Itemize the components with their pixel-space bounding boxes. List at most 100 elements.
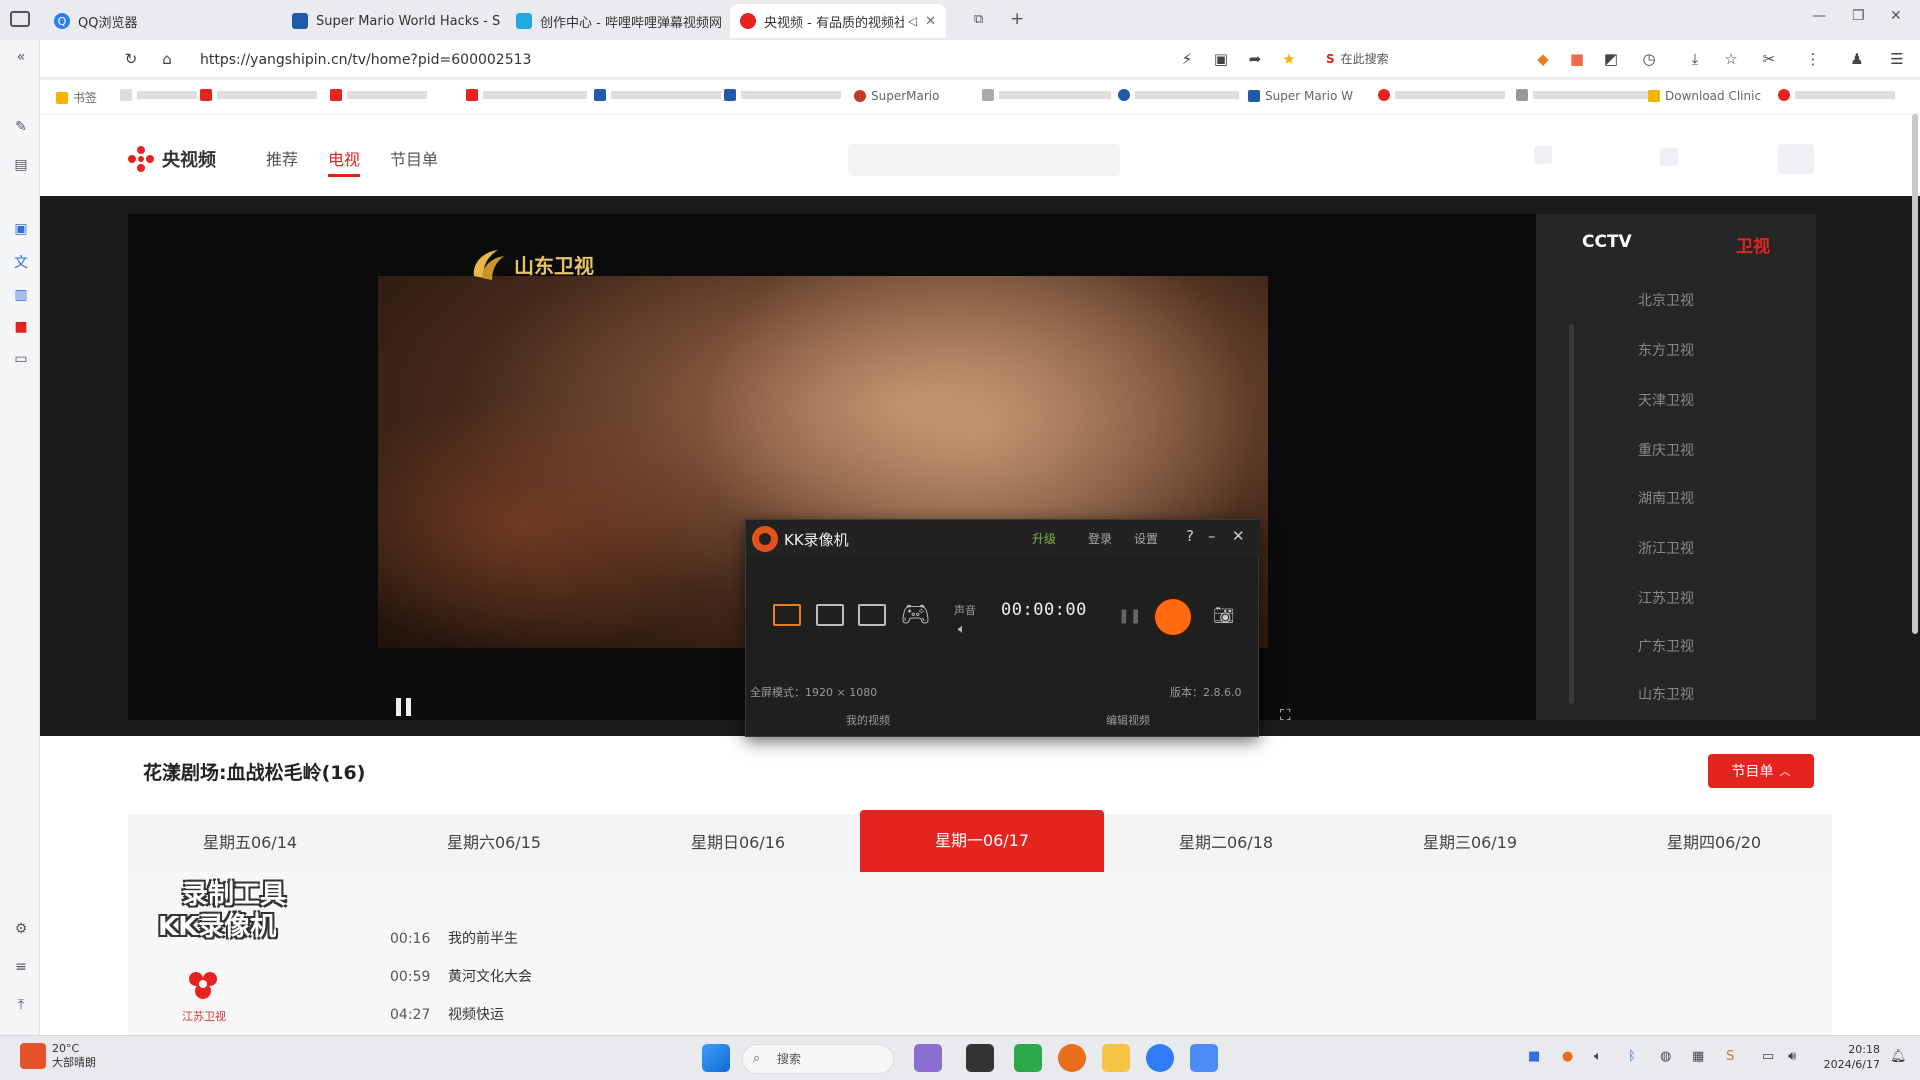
channel-item[interactable]: 江苏卫视	[1536, 588, 1796, 608]
taskbar-app-icon[interactable]	[914, 1044, 942, 1072]
bookmark-item[interactable]	[330, 89, 427, 101]
translate-icon[interactable]: 文	[12, 254, 30, 272]
refresh-icon[interactable]: ↻	[122, 50, 140, 68]
browser-taskbar-icon[interactable]	[1146, 1044, 1174, 1072]
kk-login-link[interactable]: 登录	[1088, 530, 1112, 547]
extension-icon[interactable]: ■	[1568, 50, 1586, 68]
bookmark-item[interactable]	[594, 89, 721, 101]
avatar[interactable]	[1778, 144, 1814, 174]
gear-icon[interactable]: ⚙	[12, 920, 30, 938]
region-mode-icon[interactable]	[816, 604, 844, 626]
kk-speaker-icon[interactable]: 🔈︎	[958, 622, 966, 637]
bookmark-item[interactable]	[982, 89, 1111, 101]
search-box[interactable]: S 在此搜索	[1326, 50, 1389, 67]
nav-recommend[interactable]: 推荐	[266, 146, 298, 170]
bookmark-item[interactable]	[1516, 89, 1649, 101]
browser-tab[interactable]: Super Mario World Hacks - S	[282, 4, 504, 38]
tray-icon[interactable]: ◍	[1660, 1049, 1671, 1064]
tray-icon[interactable]: S	[1726, 1049, 1734, 1064]
nav-tv[interactable]: 电视	[328, 146, 361, 177]
bookmark-item[interactable]: Super Mario W	[1248, 89, 1353, 103]
fullscreen-icon[interactable]: ⛶	[1280, 706, 1291, 724]
channel-item[interactable]: 湖南卫视	[1536, 488, 1796, 508]
day-tab[interactable]: 星期五06/14	[128, 814, 372, 872]
bookmark-item[interactable]	[1778, 89, 1895, 101]
tray-icon[interactable]: 🔈︎	[1594, 1049, 1602, 1064]
document-icon[interactable]: ▥	[12, 286, 30, 304]
day-tab[interactable]: 星期六06/15	[372, 814, 616, 872]
kk-edit-video-link[interactable]: 编辑视频	[1106, 712, 1150, 728]
day-tab[interactable]: 星期二06/18	[1104, 814, 1348, 872]
tab-cctv[interactable]: CCTV	[1582, 232, 1632, 252]
channel-item[interactable]: 天津卫视	[1536, 390, 1796, 410]
nav-program-guide[interactable]: 节目单	[390, 146, 438, 170]
weather-widget[interactable]: 20°C 大部晴朗	[20, 1042, 96, 1070]
program-guide-button[interactable]: 节目单 ︿	[1708, 754, 1814, 788]
day-tab[interactable]: 星期四06/20	[1592, 814, 1836, 872]
reader-icon[interactable]: ▣	[1212, 50, 1230, 68]
taskbar-search[interactable]: ⌕ 搜索	[742, 1044, 894, 1074]
download-icon[interactable]: ⤓	[1686, 50, 1704, 68]
bookmark-item[interactable]	[724, 89, 841, 101]
kk-camera-icon[interactable]: 📷︎	[1213, 606, 1235, 626]
tray-icon[interactable]: ■	[1528, 1049, 1540, 1064]
upload-icon[interactable]	[1660, 148, 1678, 166]
bus-icon[interactable]: ▣	[12, 220, 30, 238]
schedule-row[interactable]: 00:59 黄河文化大会	[390, 966, 532, 986]
browser-tab[interactable]: 创作中心 - 哔哩哔哩弹幕视频网	[506, 4, 728, 38]
kk-titlebar[interactable]: KK录像机 升级 登录 设置 ? – ✕	[746, 520, 1260, 556]
file-explorer-icon[interactable]	[1102, 1044, 1130, 1072]
tab-list-icon[interactable]: ⧉	[974, 12, 983, 27]
more-icon[interactable]: ⋮	[1804, 50, 1822, 68]
kk-minimize-icon[interactable]: –	[1208, 527, 1216, 545]
history-icon[interactable]	[1534, 146, 1552, 164]
pin-icon[interactable]: ✎	[12, 118, 30, 136]
bookmark-item[interactable]	[1378, 89, 1505, 101]
kk-close-icon[interactable]: ✕	[1232, 527, 1245, 545]
bookmark-item[interactable]	[466, 89, 587, 101]
tray-icon[interactable]: ▦	[1692, 1049, 1704, 1064]
bluetooth-icon[interactable]: ᛒ	[1628, 1049, 1636, 1064]
url-input[interactable]: https://yangshipin.cn/tv/home?pid=600002…	[200, 48, 1160, 72]
schedule-row[interactable]: 00:16 我的前半生	[390, 928, 518, 948]
minimize-icon[interactable]: —	[1812, 8, 1826, 24]
share-icon[interactable]: ➦	[1246, 50, 1264, 68]
screenshot-icon[interactable]: ✂	[1760, 50, 1778, 68]
kk-upgrade-link[interactable]: 升级	[1032, 530, 1056, 547]
close-tab-icon[interactable]: ✕	[925, 14, 936, 29]
bookmark-item[interactable]	[120, 89, 197, 101]
window-mode-icon[interactable]	[858, 604, 886, 626]
channel-item[interactable]: 东方卫视	[1536, 340, 1796, 360]
pin-bottom-icon[interactable]: ⤒	[12, 996, 30, 1014]
tray-icon[interactable]: ●	[1562, 1049, 1573, 1064]
day-tab[interactable]: 星期日06/16	[616, 814, 860, 872]
favorite-star-icon[interactable]: ★	[1280, 50, 1298, 68]
bookmark-item[interactable]: SuperMario	[854, 89, 939, 103]
extension-icon[interactable]: ◆	[1534, 50, 1552, 68]
avatar-icon[interactable]: ♟	[1848, 50, 1866, 68]
channel-item[interactable]: 浙江卫视	[1536, 538, 1796, 558]
day-tab-active[interactable]: 星期一06/17	[860, 810, 1104, 880]
tab-satellite[interactable]: 卫视	[1736, 232, 1770, 257]
record-button[interactable]	[1155, 599, 1191, 635]
history-icon[interactable]: ◷	[1640, 50, 1658, 68]
browser-menu-icon[interactable]	[10, 11, 30, 27]
channel-item[interactable]: 山东卫视	[1536, 684, 1796, 704]
list-icon[interactable]: ≡	[12, 958, 30, 976]
site-logo[interactable]: 央视频	[126, 144, 216, 174]
channel-item[interactable]: 北京卫视	[1536, 290, 1796, 310]
restore-icon[interactable]: ❐	[1852, 8, 1865, 24]
network-icon[interactable]: ▭	[1762, 1049, 1774, 1064]
channel-item[interactable]: 广东卫视	[1536, 636, 1796, 656]
speaker-icon[interactable]: ◁	[908, 14, 917, 28]
file-icon[interactable]: ▭	[12, 350, 30, 368]
chat-icon[interactable]: ▤	[12, 156, 30, 174]
taskbar-app-icon[interactable]	[1058, 1044, 1086, 1072]
browser-tab[interactable]: Q QQ浏览器	[44, 4, 274, 38]
pause-button[interactable]	[396, 698, 412, 716]
fullscreen-mode-icon[interactable]	[773, 604, 801, 626]
lightning-icon[interactable]: ⚡	[1178, 50, 1196, 68]
volume-icon[interactable]: 🔊︎	[1788, 1049, 1796, 1064]
channel-item[interactable]: 重庆卫视	[1536, 440, 1796, 460]
kk-settings-link[interactable]: 设置	[1134, 530, 1158, 547]
